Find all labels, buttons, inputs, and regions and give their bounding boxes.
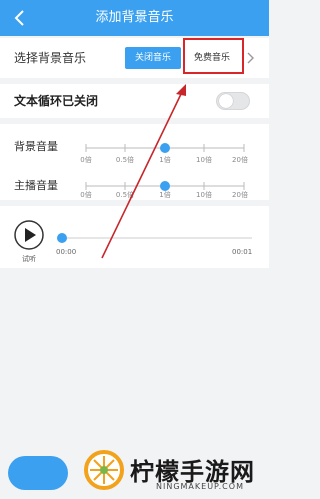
turn-off-music-button[interactable]: 关闭音乐 bbox=[125, 47, 181, 69]
bg-tick-1: 0.5倍 bbox=[115, 156, 135, 164]
page-title: 添加背景音乐 bbox=[95, 10, 174, 25]
host-tick-3: 10倍 bbox=[196, 191, 212, 199]
time-total: 00:01 bbox=[232, 248, 253, 256]
progress-handle[interactable] bbox=[57, 233, 67, 243]
text-loop-row: 文本循环已关闭 bbox=[0, 84, 269, 118]
header-bar: 添加背景音乐 bbox=[0, 0, 269, 36]
lemon-logo-icon bbox=[84, 450, 124, 490]
watermark-url: NINGMAKEUP.COM bbox=[156, 482, 244, 491]
host-tick-1: 0.5倍 bbox=[115, 191, 135, 199]
time-current: 00:00 bbox=[56, 248, 77, 256]
toggle-knob bbox=[219, 94, 233, 108]
play-button[interactable] bbox=[14, 220, 44, 250]
bg-volume-slider[interactable] bbox=[80, 141, 250, 155]
host-volume-label: 主播音量 bbox=[14, 179, 58, 192]
text-loop-label: 文本循环已关闭 bbox=[14, 94, 99, 108]
host-tick-0: 0倍 bbox=[80, 191, 92, 199]
bg-tick-3: 10倍 bbox=[196, 156, 212, 164]
select-music-label: 选择背景音乐 bbox=[14, 51, 87, 65]
host-tick-4: 20倍 bbox=[232, 191, 248, 199]
bg-volume-handle[interactable] bbox=[160, 143, 170, 153]
volume-panel: 背景音量 0倍 0.5倍 1倍 10倍 20倍 主播音量 0倍 0.5倍 1倍 … bbox=[0, 124, 269, 200]
bg-tick-0: 0倍 bbox=[80, 156, 92, 164]
bg-volume-label: 背景音量 bbox=[14, 140, 58, 153]
preview-progress-bar[interactable] bbox=[56, 232, 252, 244]
preview-label: 试听 bbox=[22, 255, 36, 263]
bg-tick-4: 20倍 bbox=[232, 156, 248, 164]
chevron-right-icon[interactable] bbox=[245, 52, 255, 64]
bottom-action-button[interactable] bbox=[8, 456, 68, 490]
preview-panel: 试听 00:00 00:01 bbox=[0, 206, 269, 268]
text-loop-toggle[interactable] bbox=[216, 92, 250, 110]
highlight-box bbox=[183, 38, 244, 74]
host-tick-2: 1倍 bbox=[159, 191, 171, 199]
bg-tick-2: 1倍 bbox=[159, 156, 171, 164]
